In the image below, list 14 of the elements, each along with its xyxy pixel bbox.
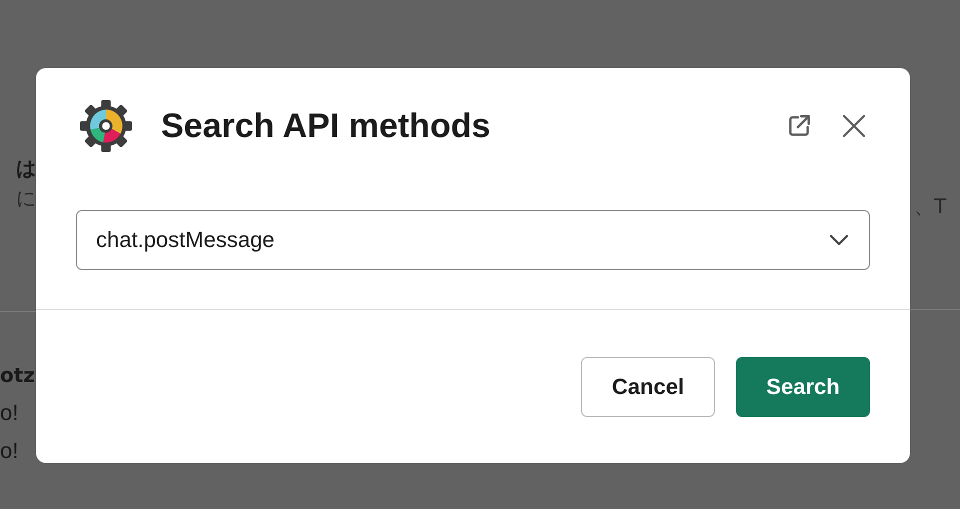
gear-icon <box>79 99 133 153</box>
dialog-title: Search API methods <box>161 106 492 146</box>
method-select[interactable]: chat.postMessage <box>76 210 870 270</box>
body-text: 、T <box>913 193 946 219</box>
chevron-down-icon <box>829 234 849 246</box>
search-button[interactable]: Search <box>736 356 870 416</box>
body-text: に <box>16 185 36 211</box>
cancel-button[interactable]: Cancel <box>581 356 715 416</box>
message-text: o! <box>0 400 18 426</box>
heading-text: は <box>16 155 36 181</box>
external-link-icon[interactable] <box>786 113 812 139</box>
author-name: otz <box>0 362 35 388</box>
close-icon[interactable] <box>842 114 866 138</box>
message-text: o! <box>0 438 18 464</box>
